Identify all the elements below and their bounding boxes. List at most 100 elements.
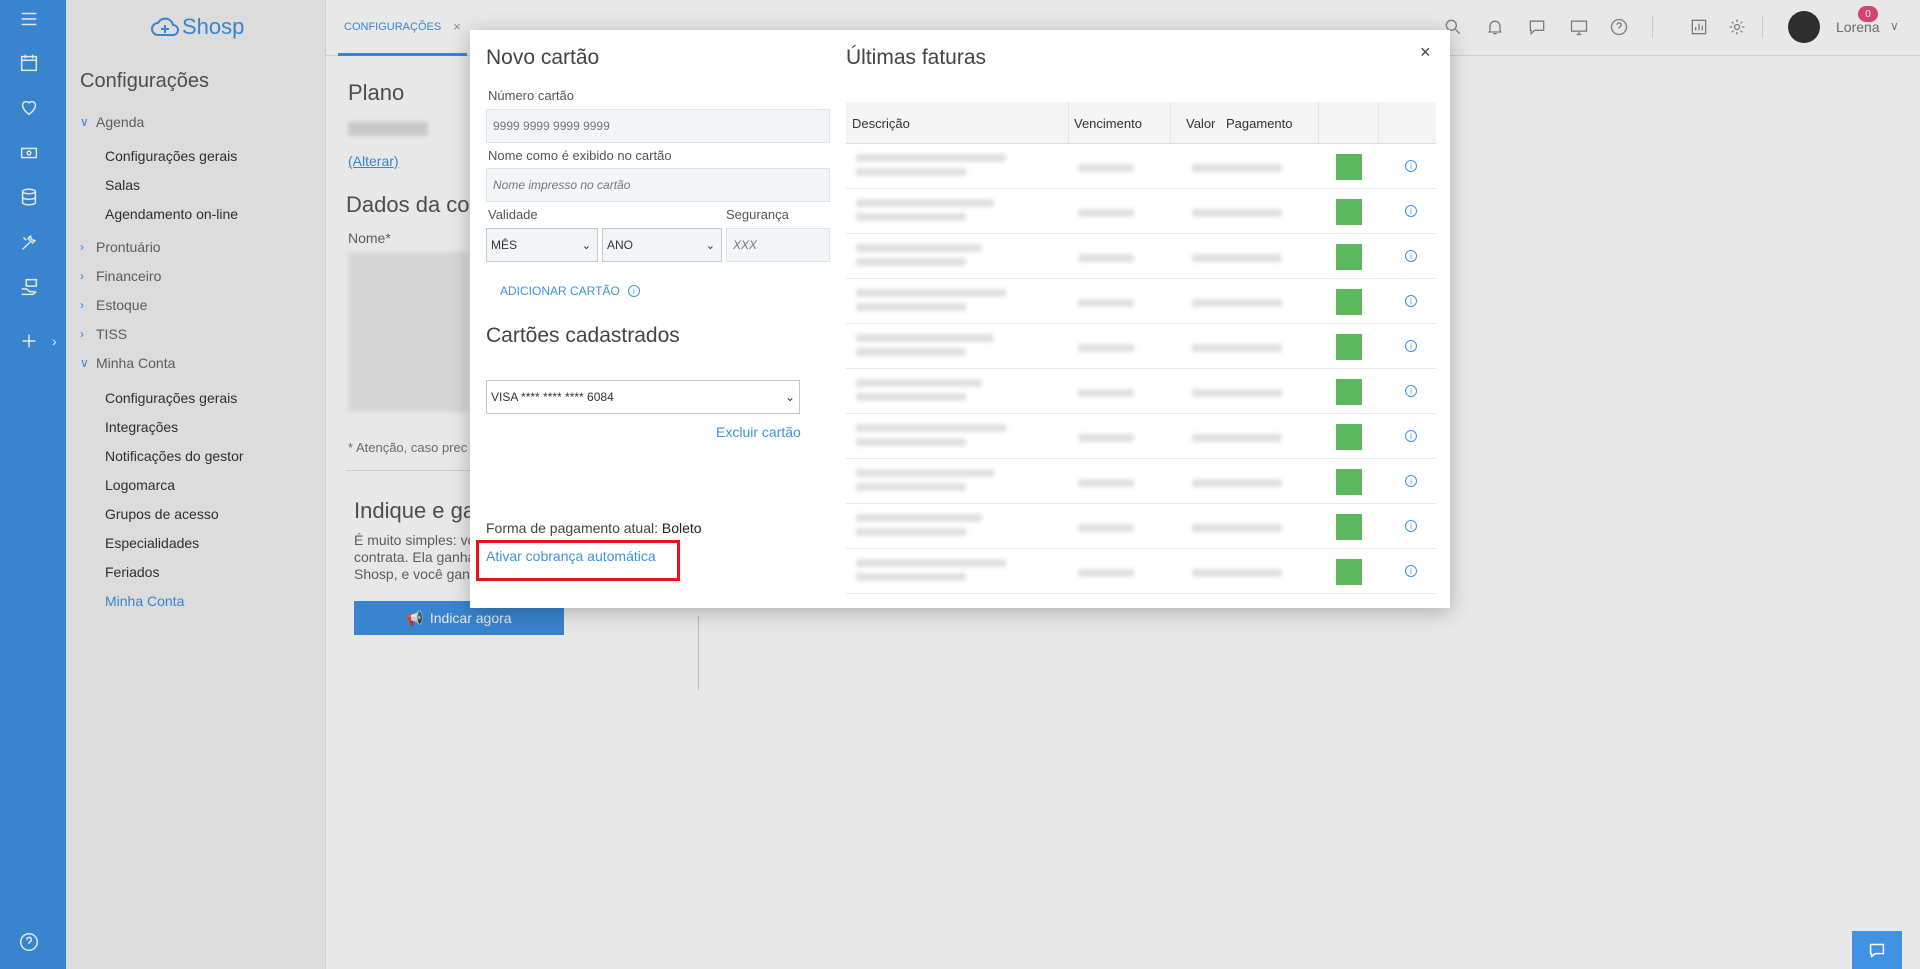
table-row: i bbox=[846, 144, 1436, 189]
chat-widget-button[interactable] bbox=[1852, 931, 1902, 969]
blurred-cell bbox=[1078, 479, 1134, 487]
separator bbox=[1318, 102, 1319, 144]
blurred-cell bbox=[1078, 344, 1134, 352]
table-row: i bbox=[846, 324, 1436, 369]
nome-cartao-label: Nome como é exibido no cartão bbox=[488, 148, 672, 163]
blurred-cell bbox=[1078, 569, 1134, 577]
ano-select[interactable]: ANO ⌄ bbox=[602, 228, 722, 262]
info-icon[interactable]: i bbox=[1405, 565, 1417, 577]
chevron-down-icon: ⌄ bbox=[705, 239, 715, 252]
paid-status-indicator bbox=[1336, 154, 1362, 180]
cartao-select[interactable]: VISA **** **** **** 6084 ⌄ bbox=[486, 380, 800, 414]
table-row: i bbox=[846, 369, 1436, 414]
ativar-cobranca-link[interactable]: Ativar cobrança automática bbox=[486, 548, 656, 564]
table-row: i bbox=[846, 189, 1436, 234]
seguranca-input[interactable] bbox=[726, 228, 830, 262]
info-icon[interactable]: i bbox=[1405, 340, 1417, 352]
paid-status-indicator bbox=[1336, 379, 1362, 405]
blurred-cell bbox=[856, 199, 994, 207]
billing-modal: × Novo cartão Número cartão Nome como é … bbox=[470, 30, 1450, 608]
blurred-cell bbox=[856, 393, 966, 401]
mes-select[interactable]: MÊS ⌄ bbox=[486, 228, 598, 262]
info-icon[interactable]: i bbox=[1405, 160, 1417, 172]
blurred-cell bbox=[1078, 254, 1134, 262]
forma-pagamento-value: Boleto bbox=[661, 520, 702, 536]
paid-status-indicator bbox=[1336, 424, 1362, 450]
blurred-cell bbox=[1078, 434, 1134, 442]
nome-cartao-input[interactable] bbox=[486, 168, 830, 202]
blurred-cell bbox=[856, 528, 966, 536]
blurred-cell bbox=[856, 348, 966, 356]
col-descricao: Descrição bbox=[852, 116, 910, 131]
blurred-cell bbox=[856, 154, 1006, 162]
info-icon[interactable]: i bbox=[1405, 520, 1417, 532]
blurred-cell bbox=[1192, 389, 1282, 397]
blurred-cell bbox=[1192, 344, 1282, 352]
table-row: i bbox=[846, 504, 1436, 549]
col-vencimento: Vencimento bbox=[1074, 116, 1142, 131]
cartoes-cadastrados-title: Cartões cadastrados bbox=[486, 324, 680, 347]
table-row: i bbox=[846, 234, 1436, 279]
col-valor: Valor bbox=[1186, 116, 1216, 131]
blurred-cell bbox=[856, 379, 982, 387]
blurred-cell bbox=[1192, 524, 1282, 532]
table-row: i bbox=[846, 279, 1436, 324]
paid-status-indicator bbox=[1336, 514, 1362, 540]
novo-cartao-title: Novo cartão bbox=[486, 46, 600, 69]
chevron-down-icon: ⌄ bbox=[784, 390, 795, 404]
blurred-cell bbox=[1192, 434, 1282, 442]
blurred-cell bbox=[1078, 164, 1134, 172]
chat-bubble-icon bbox=[1869, 943, 1885, 958]
col-pagamento: Pagamento bbox=[1226, 116, 1293, 131]
blurred-cell bbox=[856, 168, 966, 176]
blurred-cell bbox=[856, 424, 1006, 432]
blurred-cell bbox=[856, 438, 966, 446]
paid-status-indicator bbox=[1336, 469, 1362, 495]
blurred-cell bbox=[856, 303, 966, 311]
close-icon[interactable]: × bbox=[1420, 42, 1431, 63]
blurred-cell bbox=[856, 483, 966, 491]
blurred-cell bbox=[1078, 209, 1134, 217]
blurred-cell bbox=[856, 213, 966, 221]
blurred-cell bbox=[856, 334, 994, 342]
blurred-cell bbox=[1078, 524, 1134, 532]
info-icon[interactable]: i bbox=[1405, 385, 1417, 397]
paid-status-indicator bbox=[1336, 334, 1362, 360]
separator bbox=[1378, 102, 1379, 144]
table-row: i bbox=[846, 414, 1436, 459]
blurred-cell bbox=[1192, 299, 1282, 307]
numero-cartao-input[interactable] bbox=[486, 109, 830, 143]
ultimas-faturas-title: Últimas faturas bbox=[846, 46, 987, 69]
info-icon[interactable]: i bbox=[1405, 295, 1417, 307]
numero-cartao-label: Número cartão bbox=[488, 88, 574, 103]
info-icon[interactable]: i bbox=[627, 285, 640, 297]
seguranca-label: Segurança bbox=[726, 207, 789, 222]
info-icon[interactable]: i bbox=[1405, 250, 1417, 262]
blurred-cell bbox=[856, 514, 982, 522]
blurred-cell bbox=[1192, 209, 1282, 217]
paid-status-indicator bbox=[1336, 559, 1362, 585]
blurred-cell bbox=[1192, 254, 1282, 262]
chevron-down-icon: ⌄ bbox=[581, 239, 591, 252]
blurred-cell bbox=[856, 258, 966, 266]
blurred-cell bbox=[1078, 299, 1134, 307]
blurred-cell bbox=[856, 289, 1006, 297]
blurred-cell bbox=[1192, 569, 1282, 577]
separator bbox=[1170, 102, 1171, 144]
info-icon[interactable]: i bbox=[1405, 475, 1417, 487]
adicionar-cartao-button[interactable]: ADICIONAR CARTÃO i bbox=[500, 284, 640, 298]
blurred-cell bbox=[856, 469, 994, 477]
info-icon[interactable]: i bbox=[1405, 205, 1417, 217]
blurred-cell bbox=[856, 559, 1006, 567]
forma-pagamento: Forma de pagamento atual: Boleto bbox=[486, 520, 702, 536]
paid-status-indicator bbox=[1336, 244, 1362, 270]
table-row: i bbox=[846, 549, 1436, 594]
blurred-cell bbox=[1192, 479, 1282, 487]
paid-status-indicator bbox=[1336, 199, 1362, 225]
paid-status-indicator bbox=[1336, 289, 1362, 315]
validade-label: Validade bbox=[488, 207, 538, 222]
blurred-cell bbox=[856, 244, 982, 252]
excluir-cartao-link[interactable]: Excluir cartão bbox=[716, 424, 801, 440]
info-icon[interactable]: i bbox=[1405, 430, 1417, 442]
faturas-table-header: Descrição Vencimento Valor Pagamento bbox=[846, 102, 1436, 144]
